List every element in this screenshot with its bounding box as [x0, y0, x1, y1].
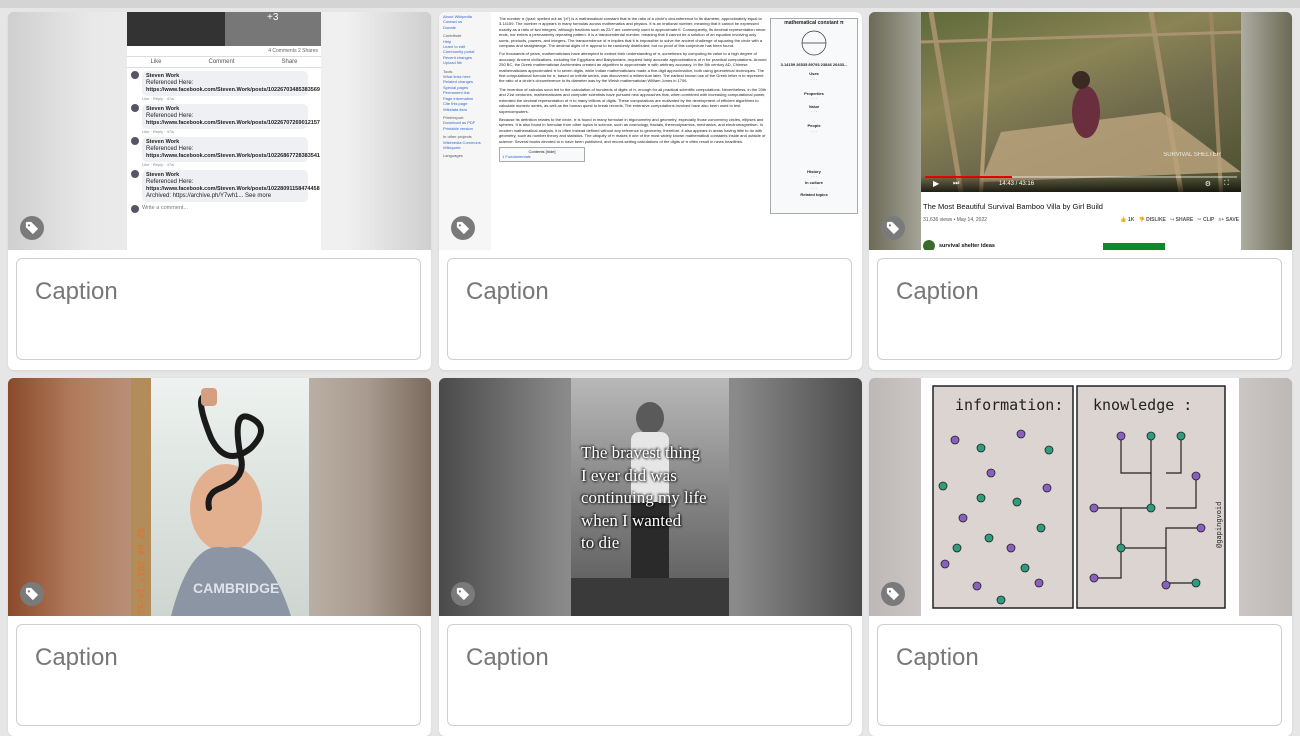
wiki-sidebar: About Wikipedia Contact us Donate Contribu… — [439, 12, 491, 250]
avatar — [131, 170, 139, 178]
subscribe-button — [1103, 243, 1165, 250]
tag-button[interactable] — [451, 216, 475, 240]
media-card[interactable]: About Wikipedia Contact us Donate Contribu… — [439, 12, 862, 370]
post-image: +3 — [127, 12, 321, 46]
comment: Steven Work Referenced Here: https://www.f… — [131, 71, 321, 96]
svg-text:CAMBRIDGE: CAMBRIDGE — [193, 580, 279, 596]
caption-input[interactable] — [33, 277, 397, 307]
drawing-label-information: information: — [955, 396, 1064, 414]
comment: Steven Work Referenced Here: https://www.f… — [131, 104, 321, 129]
caption-field[interactable] — [447, 624, 852, 726]
snake-photo-illustration: CAMBRIDGE — [131, 378, 291, 616]
thumbnail[interactable]: CAMBRIDGE 02 04 2017 10:52 — [8, 378, 431, 616]
thumbnail[interactable]: About Wikipedia Contact us Donate Contribu… — [439, 12, 862, 250]
like-icon: 👍 — [1120, 217, 1127, 223]
thumbnail[interactable]: SURVIVAL SHELTER ▶ ⏭ 14:43 / 43:16 ⛶ ⚙ T… — [869, 12, 1292, 250]
avatar — [131, 137, 139, 145]
settings-gear-icon[interactable]: ⚙ — [1205, 180, 1211, 188]
media-card[interactable]: CAMBRIDGE 02 04 2017 10:52 — [8, 378, 431, 736]
share-action[interactable]: Share — [281, 59, 297, 65]
tag-button[interactable] — [20, 216, 44, 240]
tag-button[interactable] — [881, 216, 905, 240]
video-title: The Most Beautiful Survival Bamboo Villa… — [923, 202, 1103, 211]
next-icon[interactable]: ⏭ — [953, 180, 959, 188]
save-icon: ≡+ — [1218, 217, 1225, 223]
tag-icon — [25, 587, 39, 601]
quote-photo: The bravest thing I ever did was continu… — [571, 378, 729, 616]
caption-input[interactable] — [464, 277, 828, 307]
avatar — [131, 205, 139, 213]
tag-icon — [25, 221, 39, 235]
tag-icon — [886, 587, 900, 601]
wiki-contents: Contents [hide] 1 Fundamentals — [499, 146, 585, 162]
pi-circle-diagram-icon — [801, 31, 827, 56]
media-card[interactable]: SURVIVAL SHELTER ▶ ⏭ 14:43 / 43:16 ⛶ ⚙ T… — [869, 12, 1292, 370]
post-counts: 4 Comments 2 Shares — [268, 48, 318, 54]
write-comment: Write a comment... — [131, 205, 321, 213]
avatar — [131, 104, 139, 112]
caption-field[interactable] — [16, 624, 421, 726]
fullscreen-icon[interactable]: ⛶ — [1224, 180, 1229, 188]
thumbnail[interactable]: +3 4 Comments 2 Shares Like Comment Shar… — [8, 12, 431, 250]
clip-icon: ✂ — [1197, 217, 1202, 223]
dislike-icon: 👎 — [1138, 217, 1145, 223]
wiki-article-body: The number π (/paɪ/; spelled out as "pi"… — [499, 16, 767, 162]
post-actions: Like Comment Share — [127, 56, 321, 68]
media-card[interactable]: +3 4 Comments 2 Shares Like Comment Shar… — [8, 12, 431, 370]
tag-icon — [456, 587, 470, 601]
thumbnail[interactable]: information: knowledge : @gapingvoid — [869, 378, 1292, 616]
top-bar — [0, 0, 1300, 8]
like-action[interactable]: Like — [150, 59, 161, 65]
avatar — [131, 71, 139, 79]
artist-signature: @gapingvoid — [1215, 501, 1223, 548]
tag-icon — [886, 221, 900, 235]
wikipedia-screenshot: About Wikipedia Contact us Donate Contribu… — [439, 12, 862, 250]
video-meta: 31,636 views • May 14, 2022 👍 1K 👎 DISLI… — [923, 217, 1239, 223]
channel-row: survival shelter ideas — [923, 240, 995, 250]
photo-date-stamp: 02 04 2017 10:52 — [135, 528, 145, 615]
caption-input[interactable] — [894, 643, 1258, 673]
information-knowledge-drawing: information: knowledge : @gapingvoid — [921, 378, 1239, 616]
video-player: SURVIVAL SHELTER ▶ ⏭ 14:43 / 43:16 ⛶ ⚙ — [921, 12, 1241, 192]
bamboo-scene-illustration — [921, 12, 1241, 192]
video-controls: ▶ ⏭ 14:43 / 43:16 ⛶ ⚙ — [921, 176, 1241, 192]
share-icon: ↪ — [1170, 217, 1175, 223]
caption-field[interactable] — [877, 624, 1282, 726]
tag-icon — [456, 221, 470, 235]
quote-text: The bravest thing I ever did was continu… — [581, 443, 707, 552]
comment: Steven Work Referenced Here: https://www.f… — [131, 137, 321, 162]
channel-avatar — [923, 240, 935, 250]
comment: Steven Work Referenced Here: https://www.f… — [131, 170, 321, 202]
facebook-screenshot: +3 4 Comments 2 Shares Like Comment Shar… — [127, 12, 321, 250]
snake-photo: CAMBRIDGE 02 04 2017 10:52 — [131, 378, 309, 616]
drawing-label-knowledge: knowledge : — [1093, 396, 1193, 414]
comment-action[interactable]: Comment — [208, 59, 234, 65]
tag-button[interactable] — [451, 582, 475, 606]
youtube-screenshot: SURVIVAL SHELTER ▶ ⏭ 14:43 / 43:16 ⛶ ⚙ T… — [921, 12, 1241, 250]
thumbnail[interactable]: The bravest thing I ever did was continu… — [439, 378, 862, 616]
caption-field[interactable] — [16, 258, 421, 360]
play-icon[interactable]: ▶ — [933, 179, 939, 188]
tag-button[interactable] — [20, 582, 44, 606]
tag-button[interactable] — [881, 582, 905, 606]
wiki-infobox: mathematical constant π 3.14159 26535 89… — [770, 18, 858, 214]
caption-input[interactable] — [894, 277, 1258, 307]
media-card[interactable]: The bravest thing I ever did was continu… — [439, 378, 862, 736]
caption-field[interactable] — [877, 258, 1282, 360]
media-card[interactable]: information: knowledge : @gapingvoid — [869, 378, 1292, 736]
caption-input[interactable] — [464, 643, 828, 673]
caption-input[interactable] — [33, 643, 397, 673]
caption-field[interactable] — [447, 258, 852, 360]
